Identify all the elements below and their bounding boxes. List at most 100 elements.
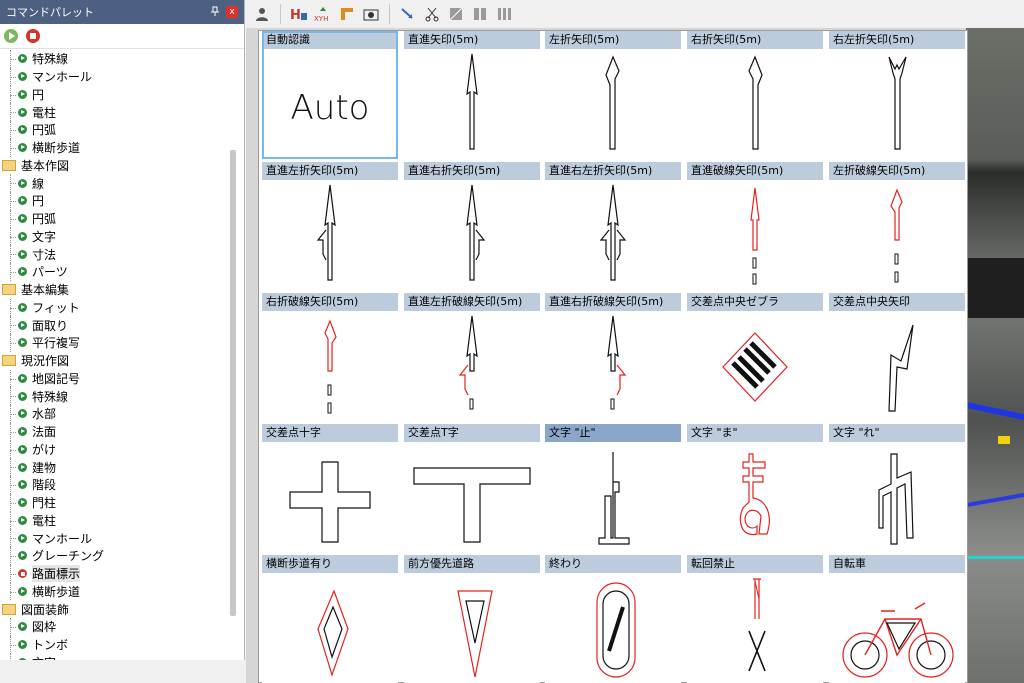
tree-item[interactable]: 面取り (0, 316, 226, 334)
tree-item-label: マンホール (32, 70, 93, 85)
user-icon[interactable] (252, 4, 272, 24)
tree-item[interactable]: 円 (0, 85, 226, 104)
symbol-cell[interactable]: 交差点中央ゼブラ (687, 293, 823, 421)
tree-item-label: 図枠 (32, 620, 57, 635)
tree-item[interactable]: 文字 (0, 227, 226, 246)
symbol-cell[interactable]: 文字 "ま" (687, 424, 823, 552)
tree-item[interactable]: 円弧 (0, 209, 226, 228)
cut-icon[interactable] (422, 4, 442, 24)
symbol-preview (466, 53, 478, 150)
tree-item[interactable]: 円 (0, 192, 226, 210)
symbol-cell[interactable]: 直進右左折矢印(5m) (545, 162, 681, 290)
symbol-cell[interactable]: 左折破線矢印(5m) (829, 162, 965, 290)
tree-folder[interactable]: 現況作図 (0, 352, 226, 370)
command-icon (18, 373, 27, 383)
symbol-cell[interactable]: 右折破線矢印(5m) (262, 293, 398, 421)
command-icon (18, 338, 27, 348)
close-icon[interactable]: x (226, 6, 238, 18)
symbol-cell[interactable]: 直進左折破線矢印(5m) (404, 293, 540, 421)
symbol-cell[interactable]: 左折矢印(5m) (545, 31, 681, 159)
tree-item[interactable]: 平行複写 (0, 334, 226, 352)
tree-scrollbar[interactable] (230, 150, 236, 616)
tree-item[interactable]: 特殊線 (0, 50, 226, 68)
folder-icon (2, 355, 16, 367)
command-tree: 特殊線 マンホール円電柱 円弧 横断歩道 基本作図線円円弧 文字 寸法 パーツ 基本編集 フィット… (0, 50, 226, 660)
tree-folder[interactable]: 基本作図 (0, 157, 226, 175)
tree-item[interactable]: 寸法 (0, 245, 226, 263)
tree-item[interactable]: 横断歩道 (0, 582, 226, 601)
symbol-preview (888, 324, 914, 412)
tree-item-label: 階段 (32, 478, 57, 493)
tree-folder[interactable]: 基本編集 (0, 281, 226, 299)
toolbar-separator (280, 4, 281, 24)
symbol-preview (842, 602, 954, 678)
tree-item[interactable]: トンボ (0, 635, 226, 654)
tree-item-label: 横断歩道 (32, 141, 81, 156)
tree-item[interactable]: 水部 (0, 405, 226, 423)
command-icon (18, 143, 27, 153)
symbol-cell[interactable]: 文字 "れ" (829, 424, 965, 552)
tree-item[interactable]: 円弧 (0, 121, 226, 139)
tree-item[interactable]: 地図記号 (0, 369, 226, 388)
tree-folder[interactable]: 図面装飾 (0, 600, 226, 618)
tree-item-label: 門柱 (32, 496, 57, 511)
symbol-cell[interactable]: 前方優先道路 (404, 555, 540, 683)
tree-item-label: 水部 (32, 407, 57, 422)
xyh-icon[interactable]: XYH (313, 4, 333, 24)
command-icon (18, 444, 27, 454)
run-button[interactable] (4, 29, 18, 43)
tree-item-label: 現況作図 (21, 354, 70, 369)
arrow-line-icon[interactable] (398, 4, 418, 24)
tree-item[interactable]: マンホール (0, 67, 226, 86)
symbol-cell[interactable]: 直進破線矢印(5m) (687, 162, 823, 290)
symbol-cell[interactable]: 右左折矢印(5m) (829, 31, 965, 159)
tree-item[interactable]: 路面標示 (0, 564, 226, 583)
symbol-cell[interactable]: 自転車 (829, 555, 965, 683)
symbol-cell[interactable]: 文字 "止" (545, 424, 681, 552)
symbol-cell[interactable]: 直進右折矢印(5m) (404, 162, 540, 290)
command-icon (18, 427, 27, 437)
tree-item[interactable]: 特殊線 (0, 387, 226, 405)
tree-item[interactable]: 横断歩道 (0, 138, 226, 157)
road-marking-gallery: 自動認識 Auto 直進矢印(5m) 左折矢印(5m) 右折矢印(5m) 右左折矢印(5m… (258, 30, 968, 683)
stop-button[interactable] (26, 29, 40, 43)
symbol-cell[interactable]: 交差点十字 (262, 424, 398, 552)
symbol-label: 自転車 (829, 555, 965, 573)
symbol-preview (599, 184, 627, 281)
symbol-cell[interactable]: 直進左折矢印(5m) (262, 162, 398, 290)
pin-icon[interactable] (208, 6, 222, 19)
tree-item[interactable]: 階段 (0, 476, 226, 494)
symbol-cell[interactable]: 交差点中央矢印 (829, 293, 965, 421)
symbol-cell[interactable]: 交差点T字 (404, 424, 540, 552)
tree-item[interactable]: マンホール (0, 529, 226, 547)
tree-item[interactable]: 電柱 (0, 511, 226, 530)
tree-item[interactable]: パーツ (0, 263, 226, 281)
camera-icon[interactable] (361, 4, 381, 24)
symbol-cell[interactable]: 横断歩道有り (262, 555, 398, 683)
toolbar-separator (389, 4, 390, 24)
symbol-cell[interactable]: 右折矢印(5m) (687, 31, 823, 159)
tree-item[interactable]: フィット (0, 298, 226, 317)
tree-item[interactable]: 建物 (0, 458, 226, 476)
command-palette: コマンドパレット x 特殊線 マンホール円電柱 円弧 横断歩道 基本作図線円円弧 文字 寸法… (0, 0, 245, 660)
corner-icon[interactable] (337, 4, 357, 24)
tree-item[interactable]: グレーチング (0, 547, 226, 565)
symbol-cell[interactable]: 直進右折破線矢印(5m) (545, 293, 681, 421)
tree-item[interactable]: 法面 (0, 422, 226, 441)
tree-item-label: 基本編集 (21, 283, 70, 298)
height-icon[interactable]: H (289, 4, 309, 24)
tree-item-label: 面取り (32, 318, 69, 333)
symbol-label: 文字 "止" (545, 424, 681, 442)
tree-item[interactable]: 門柱 (0, 493, 226, 512)
symbol-cell[interactable]: 直進矢印(5m) (404, 31, 540, 159)
symbol-cell[interactable]: 自動認識 Auto (262, 31, 398, 159)
command-icon (18, 89, 27, 99)
tree-item[interactable]: 線 (0, 174, 226, 192)
tree-item[interactable]: 電柱 (0, 103, 226, 121)
command-icon (18, 622, 27, 632)
tree-item[interactable]: 図枠 (0, 618, 226, 636)
symbol-cell[interactable]: 終わり (545, 555, 681, 683)
tree-item[interactable]: がけ (0, 440, 226, 459)
symbol-cell[interactable]: 転回禁止 (687, 555, 823, 683)
symbol-label: 終わり (545, 555, 681, 573)
